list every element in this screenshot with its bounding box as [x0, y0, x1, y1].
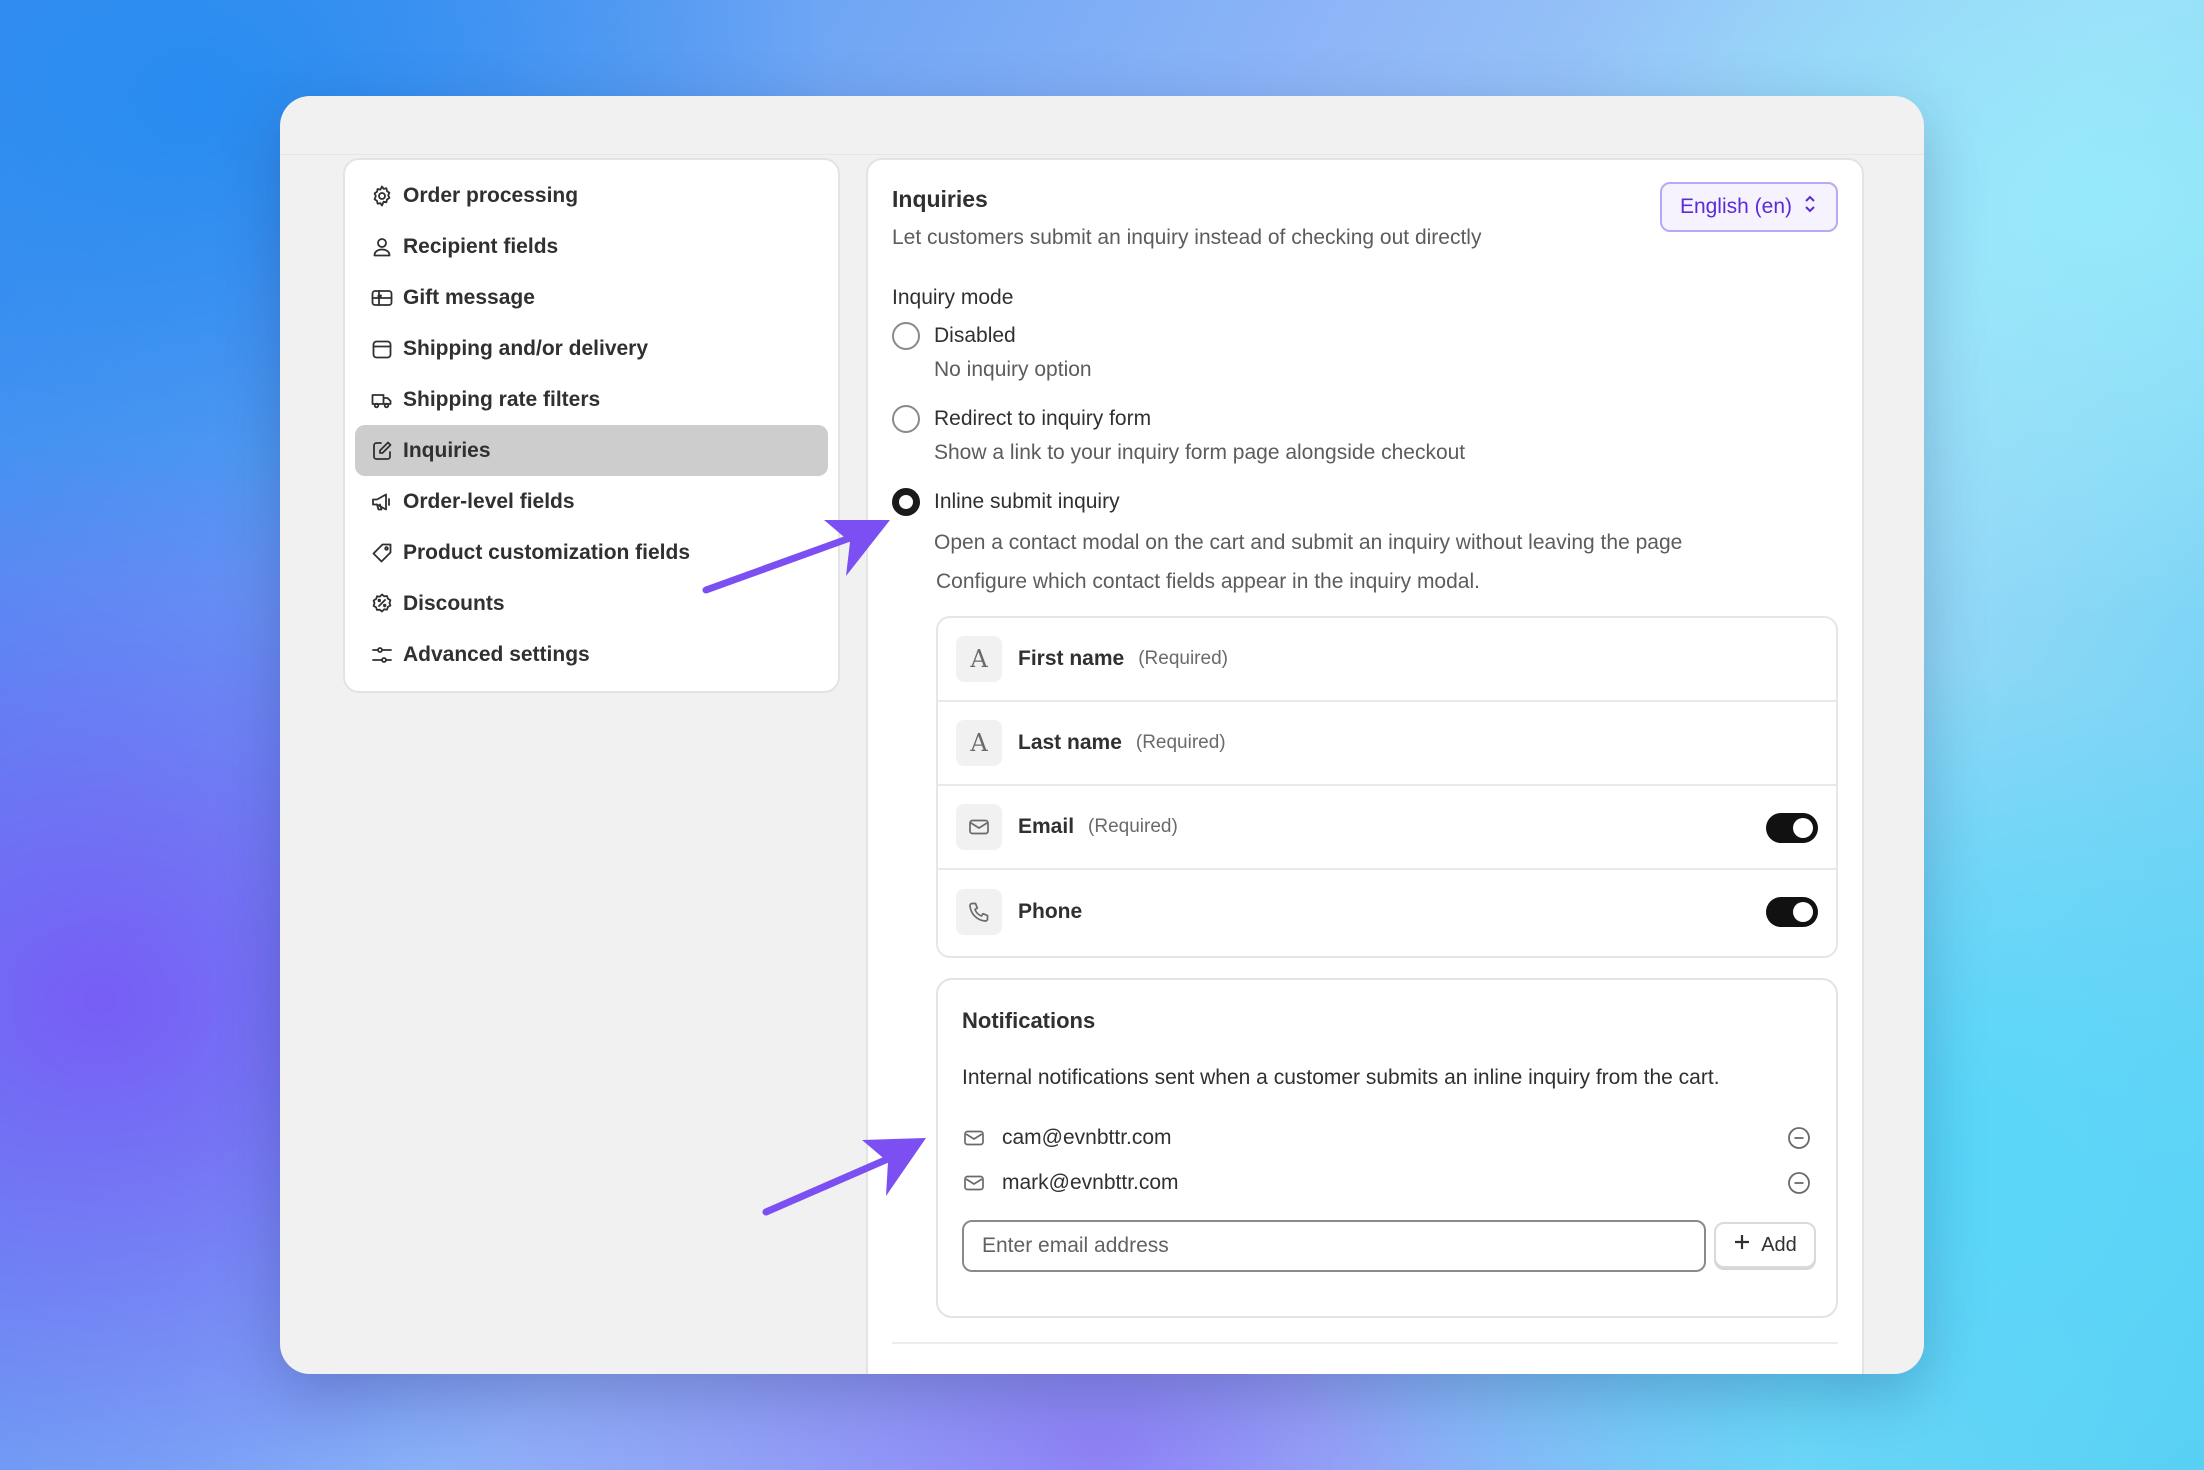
required-badge: (Required) — [1088, 816, 1178, 837]
radio-disabled[interactable] — [892, 322, 920, 350]
page-subtitle: Let customers submit an inquiry instead … — [892, 226, 1482, 249]
sidebar-item-label: Product customization fields — [403, 540, 691, 564]
field-row-email: Email (Required) — [938, 786, 1836, 870]
sliders-icon — [369, 642, 395, 668]
annotation-arrow-icon — [762, 1138, 926, 1216]
remove-email-icon[interactable] — [1786, 1125, 1812, 1151]
sidebar-item-gift-message[interactable]: Gift message — [355, 272, 828, 323]
radio-help-text: Open a contact modal on the cart and sub… — [934, 531, 1683, 554]
notifications-description: Internal notifications sent when a custo… — [962, 1066, 1720, 1089]
field-name: Email — [1018, 815, 1075, 838]
sidebar-item-label: Shipping and/or delivery — [403, 336, 649, 360]
settings-sidebar: Order processing Recipient fields Gift m… — [343, 158, 840, 693]
sidebar-item-label: Order-level fields — [403, 489, 575, 513]
notification-email-row: mark@evnbttr.com — [962, 1165, 1812, 1201]
notifications-title: Notifications — [962, 1008, 1096, 1033]
contact-fields-list: A First name (Required) A Last name (Req… — [936, 616, 1838, 958]
tag-icon — [369, 540, 395, 566]
gift-card-icon — [369, 285, 395, 311]
mail-icon — [962, 1126, 986, 1150]
radio-option-disabled[interactable]: Disabled — [892, 322, 1016, 350]
sidebar-item-label: Gift message — [403, 285, 535, 309]
field-row-first-name: A First name (Required) — [938, 618, 1836, 702]
radio-label: Redirect to inquiry form — [934, 407, 1152, 430]
language-label: English (en) — [1679, 195, 1792, 218]
required-badge: (Required) — [1138, 648, 1228, 669]
phone-toggle[interactable] — [1766, 897, 1818, 927]
radio-label: Inline submit inquiry — [934, 490, 1120, 513]
edit-icon — [369, 438, 395, 464]
sidebar-item-label: Shipping rate filters — [403, 387, 601, 411]
sidebar-item-recipient-fields[interactable]: Recipient fields — [355, 221, 828, 272]
megaphone-icon — [369, 489, 395, 515]
divider — [892, 1342, 1838, 1344]
mail-icon — [962, 1171, 986, 1195]
field-name: Phone — [1018, 900, 1083, 923]
sidebar-item-label: Inquiries — [403, 438, 491, 462]
mail-icon — [956, 804, 1002, 850]
sidebar-item-shipping-rate-filters[interactable]: Shipping rate filters — [355, 374, 828, 425]
phone-icon — [956, 889, 1002, 935]
remove-email-icon[interactable] — [1786, 1170, 1812, 1196]
page-title: Inquiries — [892, 186, 988, 212]
radio-help-text: No inquiry option — [934, 358, 1092, 381]
sidebar-item-label: Discounts — [403, 591, 505, 615]
text-a-icon: A — [956, 636, 1002, 682]
annotation-arrow-icon — [702, 520, 890, 594]
truck-icon — [369, 387, 395, 413]
notification-email-row: cam@evnbttr.com — [962, 1120, 1812, 1156]
field-name: First name — [1018, 647, 1125, 670]
notifications-card: Notifications Internal notifications sen… — [936, 978, 1838, 1318]
sidebar-item-order-processing[interactable]: Order processing — [355, 170, 828, 221]
inquiry-mode-label: Inquiry mode — [892, 286, 1014, 309]
email-input[interactable] — [962, 1220, 1706, 1272]
language-selector[interactable]: English (en) — [1659, 182, 1838, 232]
notification-email: mark@evnbttr.com — [1002, 1171, 1179, 1194]
add-label: Add — [1761, 1233, 1797, 1256]
sidebar-item-advanced-settings[interactable]: Advanced settings — [355, 629, 828, 680]
chevron-up-down-icon — [1802, 194, 1818, 220]
sidebar-item-label: Recipient fields — [403, 234, 559, 258]
radio-option-redirect[interactable]: Redirect to inquiry form — [892, 405, 1151, 433]
sidebar-item-label: Advanced settings — [403, 642, 590, 666]
discount-icon — [369, 591, 395, 617]
field-row-phone: Phone — [938, 870, 1836, 954]
calendar-icon — [369, 336, 395, 362]
person-icon — [369, 234, 395, 260]
radio-help-text: Show a link to your inquiry form page al… — [934, 441, 1466, 464]
required-badge: (Required) — [1135, 732, 1226, 753]
add-email-button[interactable]: Add — [1714, 1222, 1816, 1268]
sidebar-item-shipping-delivery[interactable]: Shipping and/or delivery — [355, 323, 828, 374]
gear-icon — [369, 183, 395, 209]
sidebar-item-label: Order processing — [403, 183, 579, 207]
app-window: Order processing Recipient fields Gift m… — [280, 96, 1924, 1374]
email-toggle[interactable] — [1766, 813, 1818, 843]
plus-icon — [1733, 1233, 1751, 1257]
radio-redirect[interactable] — [892, 405, 920, 433]
text-a-icon: A — [956, 720, 1002, 766]
divider — [280, 154, 1924, 155]
field-name: Last name — [1018, 731, 1122, 754]
config-note: Configure which contact fields appear in… — [936, 570, 1480, 593]
radio-label: Disabled — [934, 324, 1016, 347]
sidebar-item-inquiries[interactable]: Inquiries — [355, 425, 828, 476]
field-row-last-name: A Last name (Required) — [938, 702, 1836, 786]
notification-email: cam@evnbttr.com — [1002, 1126, 1172, 1149]
inquiries-card: Inquiries Let customers submit an inquir… — [866, 158, 1864, 1374]
radio-option-inline[interactable]: Inline submit inquiry — [892, 488, 1120, 516]
